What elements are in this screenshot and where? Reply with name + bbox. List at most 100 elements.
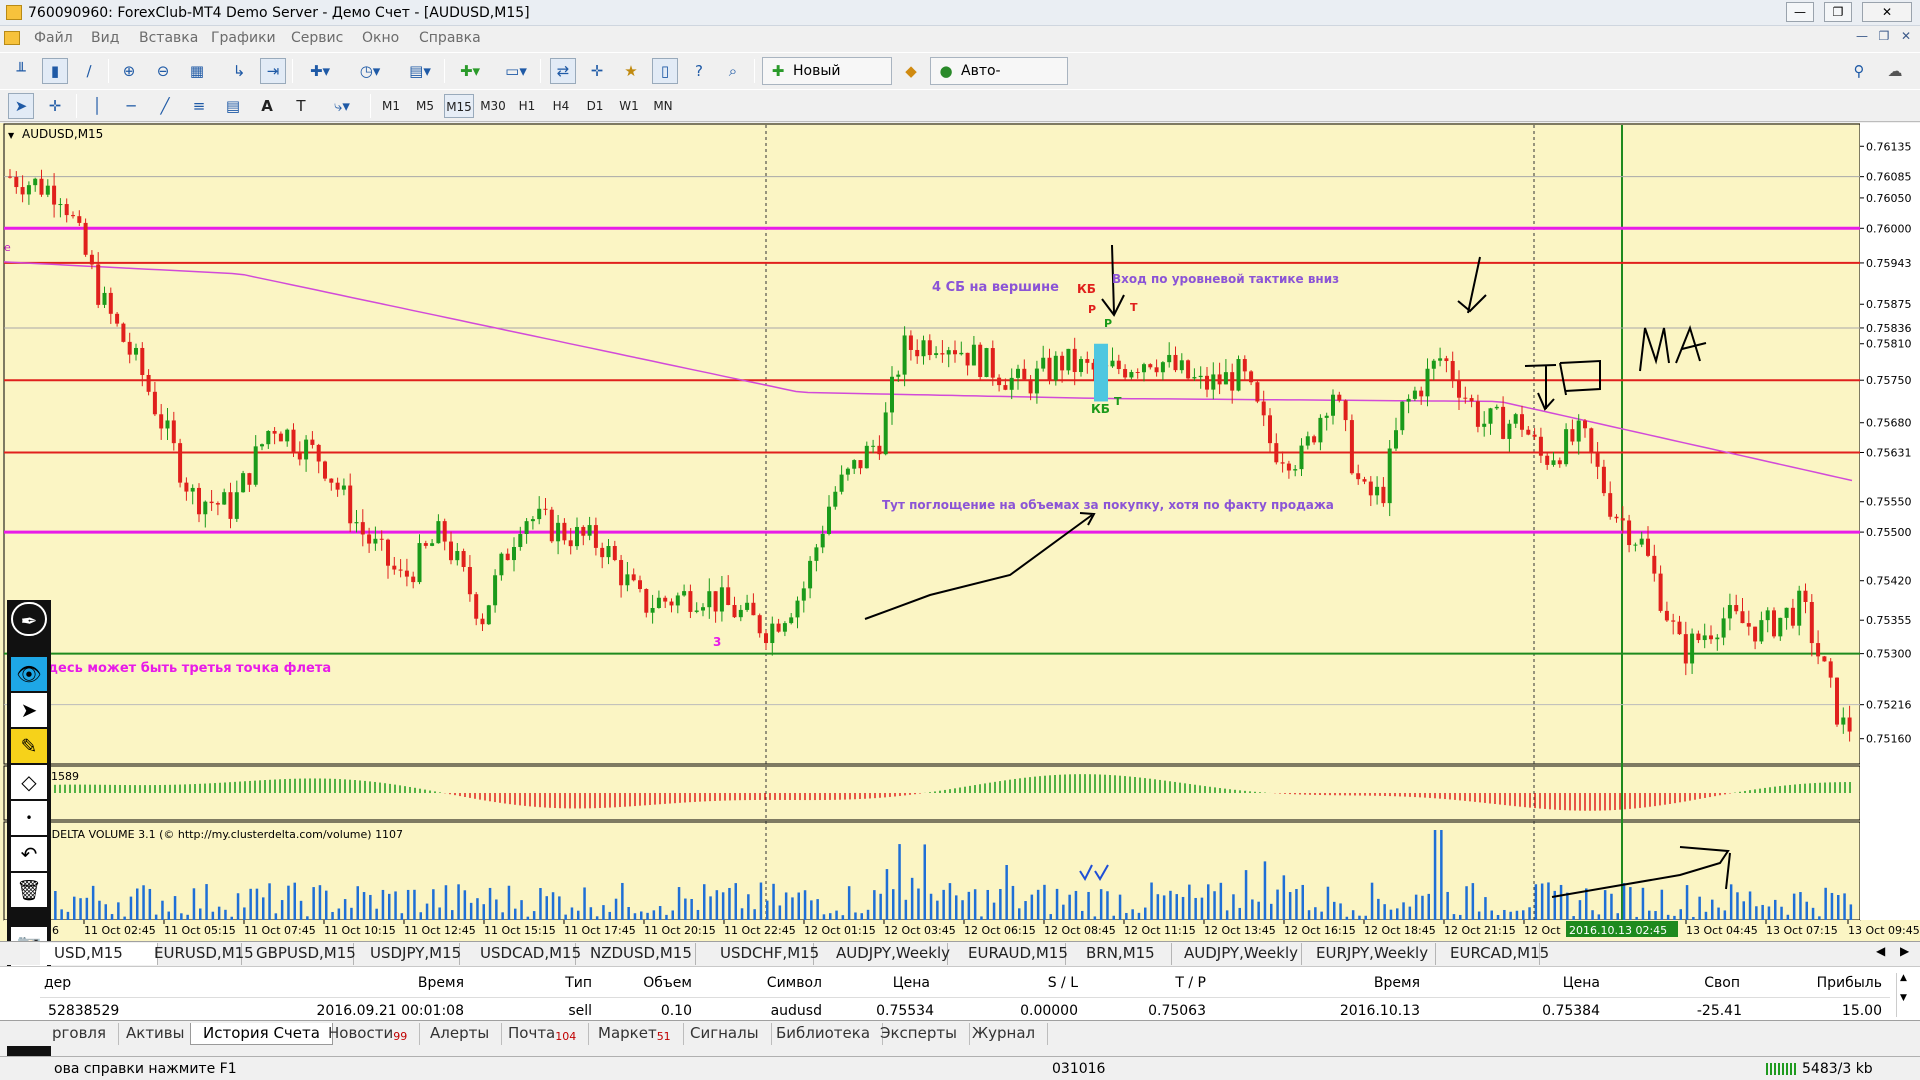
vertical-line-icon[interactable]: │ [84,93,110,119]
candlestick-chart-icon[interactable]: ▮ [42,58,68,84]
tab-library[interactable]: Библиотека [764,1023,884,1045]
undo-icon[interactable]: ↶ [11,837,47,871]
mdi-restore-button[interactable]: ❐ [1874,29,1894,47]
tab-news[interactable]: Новости99 [316,1023,421,1045]
tab-eurcad[interactable]: EURCAD,M15 [1436,943,1549,965]
strategy-tester-icon[interactable]: ? [686,58,712,84]
chart-canvas[interactable]: 0.76085 0.76000 0.75943 0.75836 0.75750 0.756… [0,123,1920,942]
chart-shift-icon[interactable]: ⇥ [260,58,286,84]
trash-icon[interactable]: 🗑 [11,873,47,907]
profiles-icon[interactable]: ▭▾ [496,58,536,84]
zoom-out-icon[interactable]: ⊖ [150,58,176,84]
search-icon[interactable]: ⌕ [720,58,746,84]
col-sl[interactable]: S / L [1012,975,1078,991]
data-window-icon[interactable]: ✛ [584,58,610,84]
indicators-dropdown-icon[interactable]: ✚▾ [300,58,340,84]
menu-view[interactable]: Вид [91,30,119,46]
menu-help[interactable]: Справка [419,30,481,46]
menu-service[interactable]: Сервис [291,30,343,46]
tab-experts[interactable]: Эксперты [868,1023,970,1045]
zoom-in-icon[interactable]: ⊕ [116,58,142,84]
col-type[interactable]: Тип [540,975,592,991]
tab-usdchf[interactable]: USDCHF,M15 [706,943,819,965]
tab-eurjpy-weekly[interactable]: EURJPY,Weekly [1302,943,1436,965]
tf-mn[interactable]: MN [648,94,678,118]
terminal-scrollbar[interactable]: ▲ ▼ [1896,973,1910,1017]
chat-icon[interactable]: ☁ [1882,58,1908,84]
col-tp[interactable]: T / P [1156,975,1206,991]
new-chart-icon[interactable]: ✚▾ [450,58,490,84]
tf-h4[interactable]: H4 [546,94,576,118]
new-order-button[interactable]: ✚ Новый ордер [762,57,892,105]
chart-window[interactable]: 0.76085 0.76000 0.75943 0.75836 0.75750 0.756… [0,123,1920,942]
templates-dropdown-icon[interactable]: ▤▾ [400,58,440,84]
col-open-time[interactable]: Время [380,975,464,991]
tf-m30[interactable]: M30 [478,94,508,118]
tab-nzdusd[interactable]: NZDUSD,M15 [576,943,696,965]
tab-eurusd[interactable]: EURUSD,M15 [140,943,254,965]
tab-usdjpy[interactable]: USDJPY,M15 [356,943,461,965]
tab-audjpy-weekly-2[interactable]: AUDJPY,Weekly [1170,943,1302,965]
col-close-time[interactable]: Время [1360,975,1420,991]
terminal-history-table[interactable]: дер Время Тип Объем Символ Цена S / L T … [0,966,1920,1035]
bar-chart-icon[interactable]: ╨ [8,58,34,84]
col-swap[interactable]: Своп [1690,975,1740,991]
restore-button[interactable]: ❐ [1824,2,1852,22]
metaeditor-icon[interactable]: ◆ [898,58,924,84]
tab-scroll-left-icon[interactable]: ◀ [1876,944,1885,958]
line-chart-icon[interactable]: ∕ [76,58,102,84]
tab-euraud[interactable]: EURAUD,M15 [954,943,1068,965]
autotrading-button[interactable]: ● Авто-торговля [930,57,1068,105]
mdi-minimize-button[interactable]: — [1852,29,1872,47]
tf-h1[interactable]: H1 [512,94,542,118]
minimize-button[interactable]: — [1786,2,1814,22]
tab-usdcad[interactable]: USDCAD,M15 [466,943,581,965]
mdi-close-button[interactable]: ✕ [1896,29,1916,47]
tab-gbpusd[interactable]: GBPUSD,M15 [242,943,356,965]
tab-market[interactable]: Маркет51 [586,1023,684,1045]
tab-trade[interactable]: рговля [40,1023,120,1045]
col-price[interactable]: Цена [880,975,930,991]
tab-audjpy-weekly[interactable]: AUDJPY,Weekly [822,943,950,965]
highlighter-icon[interactable]: ✎ [11,729,47,763]
pointer-icon[interactable]: ➤ [11,693,47,727]
tab-signals[interactable]: Сигналы [678,1023,772,1045]
fibonacci-icon[interactable]: ▤ [220,93,246,119]
tf-m5[interactable]: M5 [410,94,440,118]
col-profit[interactable]: Прибыль [1800,975,1882,991]
col-volume[interactable]: Объем [600,975,692,991]
tab-brn[interactable]: BRN,M15 [1072,943,1172,965]
dot-icon[interactable]: • [11,801,47,835]
text-icon[interactable]: A [254,93,280,119]
col-symbol[interactable]: Символ [740,975,822,991]
crosshair-icon[interactable]: ✛ [42,93,68,119]
eraser-icon[interactable]: ◇ [11,765,47,799]
tab-alerts[interactable]: Алерты [418,1023,503,1045]
tf-w1[interactable]: W1 [614,94,644,118]
tf-d1[interactable]: D1 [580,94,610,118]
menu-file[interactable]: Файл [34,30,73,46]
menu-window[interactable]: Окно [362,30,399,46]
close-button[interactable]: ✕ [1862,2,1912,22]
menu-charts[interactable]: Графики [211,30,276,46]
horizontal-line-icon[interactable]: ─ [118,93,144,119]
tf-m15[interactable]: M15 [444,94,474,118]
autoscroll-icon[interactable]: ↳ [226,58,252,84]
tile-windows-icon[interactable]: ▦ [184,58,210,84]
navigator-icon[interactable]: ★ [618,58,644,84]
text-label-icon[interactable]: T [288,93,314,119]
terminal-icon[interactable]: ▯ [652,58,678,84]
tab-assets[interactable]: Активы [114,1023,198,1045]
tab-mail[interactable]: Почта104 [496,1023,590,1045]
pen-nib-icon[interactable]: ✒ [11,602,47,636]
market-watch-icon[interactable]: ⇄ [550,58,576,84]
cursor-icon[interactable]: ➤ [8,93,34,119]
col-order[interactable]: дер [44,975,71,991]
col-close-price[interactable]: Цена [1560,975,1600,991]
tab-journal[interactable]: Журнал [960,1023,1049,1045]
tab-scroll-right-icon[interactable]: ▶ [1900,944,1909,958]
arrows-dropdown-icon[interactable]: ⤷▾ [322,93,362,119]
eye-icon[interactable]: 👁 [11,657,47,691]
menu-insert[interactable]: Вставка [139,30,198,46]
tf-m1[interactable]: M1 [376,94,406,118]
